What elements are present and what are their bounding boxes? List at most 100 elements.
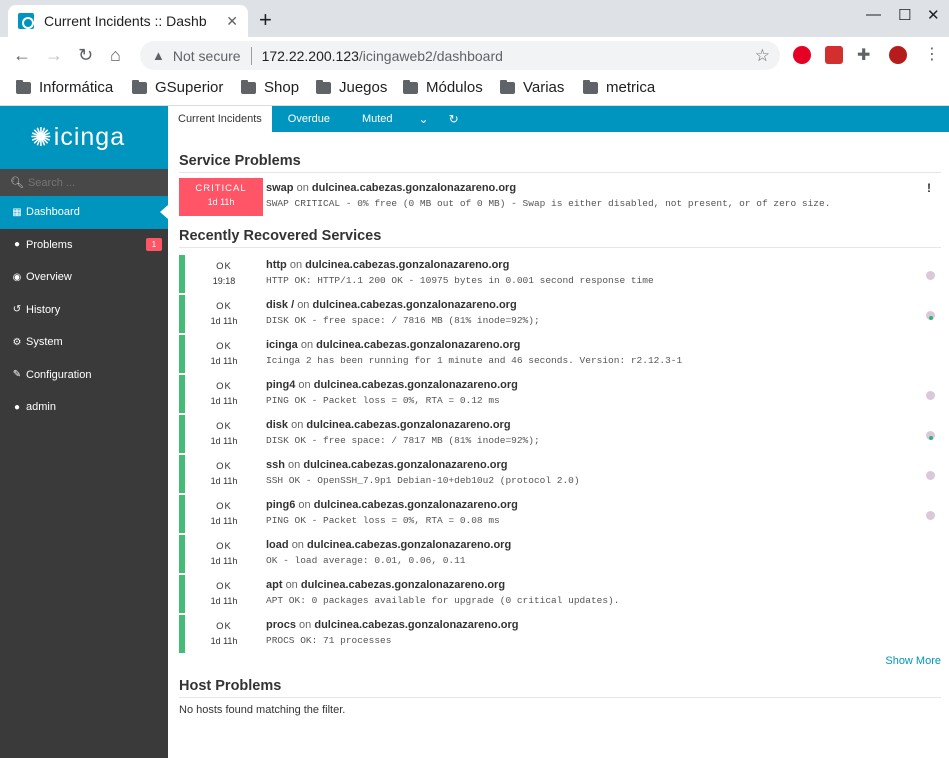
recovered-service-row[interactable]: OK 1d 11h disk on dulcinea.cabezas.gonzalo… bbox=[179, 415, 941, 453]
icinga-logo[interactable]: ✺ icinga bbox=[0, 106, 168, 169]
sidebar-item-history[interactable]: ↺ History bbox=[0, 294, 168, 327]
show-more-link[interactable]: Show More bbox=[885, 655, 941, 667]
profile-avatar[interactable] bbox=[889, 46, 907, 64]
tab-current-incidents[interactable]: Current Incidents bbox=[168, 106, 272, 132]
service-name[interactable]: procs on dulcinea.cabezas.gonzalonazaren… bbox=[266, 619, 519, 631]
tab-overdue[interactable]: Overdue bbox=[272, 106, 346, 132]
bookmark-folder[interactable]: Módulos bbox=[403, 79, 483, 96]
browser-menu-icon[interactable]: ⋮ bbox=[924, 44, 942, 63]
state-label: OK bbox=[216, 501, 232, 512]
close-window-icon[interactable]: ✕ bbox=[927, 6, 940, 24]
service-name[interactable]: icinga on dulcinea.cabezas.gonzalonazare… bbox=[266, 339, 520, 351]
plugin-output: DISK OK - free space: / 7817 MB (81% ino… bbox=[266, 435, 540, 446]
recovered-service-row[interactable]: OK 19:18 http on dulcinea.cabezas.gonzalon… bbox=[179, 255, 941, 293]
state-label: OK bbox=[216, 621, 232, 632]
service-name[interactable]: http on dulcinea.cabezas.gonzalonazareno… bbox=[266, 259, 509, 271]
icinga-logo-icon: ✺ bbox=[30, 122, 52, 152]
not-secure-label: Not secure bbox=[172, 47, 241, 64]
tab-muted[interactable]: Muted bbox=[346, 106, 409, 132]
state-duration: 1d 11h bbox=[210, 636, 238, 646]
bookmark-folder[interactable]: GSuperior bbox=[132, 79, 223, 96]
sidebar-item-problems[interactable]: ● Problems 1 bbox=[0, 229, 168, 262]
sidebar-item-dashboard[interactable]: ▦ Dashboard bbox=[0, 196, 168, 229]
host-problems-title[interactable]: Host Problems bbox=[179, 678, 281, 694]
on-label: on bbox=[291, 539, 304, 551]
url-path: /icingaweb2/dashboard bbox=[358, 47, 503, 64]
service-label: http bbox=[266, 259, 287, 271]
new-tab-icon[interactable]: + bbox=[259, 7, 272, 33]
plugin-output: Icinga 2 has been running for 1 minute a… bbox=[266, 355, 683, 366]
service-name[interactable]: load on dulcinea.cabezas.gonzalonazareno… bbox=[266, 539, 511, 551]
service-name[interactable]: ping6 on dulcinea.cabezas.gonzalonazaren… bbox=[266, 499, 518, 511]
recovered-service-row[interactable]: OK 1d 11h disk / on dulcinea.cabezas.gonza… bbox=[179, 295, 941, 333]
bookmark-folder[interactable]: Informática bbox=[16, 79, 113, 96]
service-name[interactable]: disk / on dulcinea.cabezas.gonzalonazare… bbox=[266, 299, 517, 311]
bookmark-label: Juegos bbox=[339, 79, 388, 96]
search-input[interactable] bbox=[27, 176, 158, 189]
bookmark-folder[interactable]: Juegos bbox=[316, 79, 387, 96]
ok-state-badge: OK 1d 11h bbox=[185, 295, 263, 326]
ok-state-badge: OK 1d 11h bbox=[185, 415, 263, 446]
sidebar-item-label: Overview bbox=[26, 271, 72, 284]
service-name[interactable]: apt on dulcinea.cabezas.gonzalonazareno.… bbox=[266, 579, 505, 591]
sidebar-item-label: Dashboard bbox=[26, 206, 80, 219]
sidebar-item-overview[interactable]: ◉ Overview bbox=[0, 261, 168, 294]
state-duration: 1d 11h bbox=[210, 436, 238, 446]
refresh-icon[interactable]: ↻ bbox=[439, 106, 469, 132]
service-label: icinga bbox=[266, 339, 298, 351]
recovered-service-row[interactable]: OK 1d 11h load on dulcinea.cabezas.gonzalo… bbox=[179, 535, 941, 573]
plugin-output: SWAP CRITICAL - 0% free (0 MB out of 0 M… bbox=[266, 198, 831, 209]
chevron-down-icon[interactable]: ⌄ bbox=[409, 106, 439, 132]
sidebar-item-configuration[interactable]: ✎ Configuration bbox=[0, 359, 168, 392]
service-label: disk / bbox=[266, 299, 295, 311]
state-label: OK bbox=[216, 461, 232, 472]
recovered-service-row[interactable]: OK 1d 11h ssh on dulcinea.cabezas.gonzalon… bbox=[179, 455, 941, 493]
recovered-service-row[interactable]: OK 1d 11h ping4 on dulcinea.cabezas.gonzal… bbox=[179, 375, 941, 413]
forward-icon[interactable]: → bbox=[45, 45, 63, 66]
reload-icon[interactable]: ↻ bbox=[78, 45, 93, 66]
minimize-icon[interactable]: — bbox=[866, 6, 881, 23]
folder-icon bbox=[241, 79, 256, 94]
host-label: dulcinea.cabezas.gonzalonazareno.org bbox=[305, 259, 510, 271]
bookmark-folder[interactable]: Shop bbox=[241, 79, 299, 96]
service-problems-title[interactable]: Service Problems bbox=[179, 153, 301, 169]
service-name[interactable]: ping4 on dulcinea.cabezas.gonzalonazaren… bbox=[266, 379, 518, 391]
state-duration: 1d 11h bbox=[210, 556, 238, 566]
bookmark-folder[interactable]: Varias bbox=[500, 79, 564, 96]
state-duration: 1d 11h bbox=[210, 396, 238, 406]
sidebar-item-label: admin bbox=[26, 401, 56, 414]
bookmark-folder[interactable]: metrica bbox=[583, 79, 655, 96]
ok-state-badge: OK 1d 11h bbox=[185, 335, 263, 366]
recovered-service-row[interactable]: OK 1d 11h apt on dulcinea.cabezas.gonzalon… bbox=[179, 575, 941, 613]
maximize-icon[interactable]: ☐ bbox=[898, 6, 911, 24]
service-problem-row[interactable]: CRITICAL 1d 11h swap on dulcinea.cabezas… bbox=[179, 178, 941, 216]
recovered-service-row[interactable]: OK 1d 11h ping6 on dulcinea.cabezas.gonzal… bbox=[179, 495, 941, 533]
close-tab-icon[interactable]: ✕ bbox=[226, 13, 238, 30]
folder-icon bbox=[583, 79, 598, 94]
bookmark-star-icon[interactable]: ☆ bbox=[755, 46, 770, 66]
browser-tab[interactable]: Current Incidents :: Dashb ✕ bbox=[8, 5, 248, 37]
service-name[interactable]: swap on dulcinea.cabezas.gonzalonazareno… bbox=[266, 182, 516, 194]
sidebar-item-system[interactable]: ⚙ System bbox=[0, 326, 168, 359]
host-label: dulcinea.cabezas.gonzalonazareno.org bbox=[313, 379, 518, 391]
back-icon[interactable]: ← bbox=[13, 45, 31, 66]
on-label: on bbox=[291, 419, 304, 431]
recovered-services-title[interactable]: Recently Recovered Services bbox=[179, 228, 381, 244]
recovered-service-row[interactable]: OK 1d 11h procs on dulcinea.cabezas.gonzal… bbox=[179, 615, 941, 653]
host-label: dulcinea.cabezas.gonzalonazareno.org bbox=[307, 539, 512, 551]
address-bar[interactable]: ▲ Not secure 172.22.200.123/icingaweb2/d… bbox=[140, 41, 780, 70]
adblock-extension-icon[interactable] bbox=[793, 46, 811, 64]
pdf-extension-icon[interactable] bbox=[825, 46, 843, 64]
search-icon: 🔍︎ bbox=[10, 177, 24, 189]
recovered-service-row[interactable]: OK 1d 11h icinga on dulcinea.cabezas.gonza… bbox=[179, 335, 941, 373]
perfdata-pie-icon bbox=[926, 271, 935, 280]
on-label: on bbox=[300, 339, 314, 351]
plugin-output: HTTP OK: HTTP/1.1 200 OK - 10975 bytes i… bbox=[266, 275, 654, 286]
extensions-puzzle-icon[interactable]: ✚ bbox=[857, 45, 875, 64]
service-name[interactable]: ssh on dulcinea.cabezas.gonzalonazareno.… bbox=[266, 459, 508, 471]
home-icon[interactable]: ⌂ bbox=[110, 45, 121, 66]
divider bbox=[179, 172, 941, 173]
main-content: Current Incidents Overdue Muted ⌄ ↻ Serv… bbox=[168, 106, 949, 758]
service-name[interactable]: disk on dulcinea.cabezas.gonzalonazareno… bbox=[266, 419, 511, 431]
sidebar-item-admin[interactable]: ● admin bbox=[0, 391, 168, 424]
